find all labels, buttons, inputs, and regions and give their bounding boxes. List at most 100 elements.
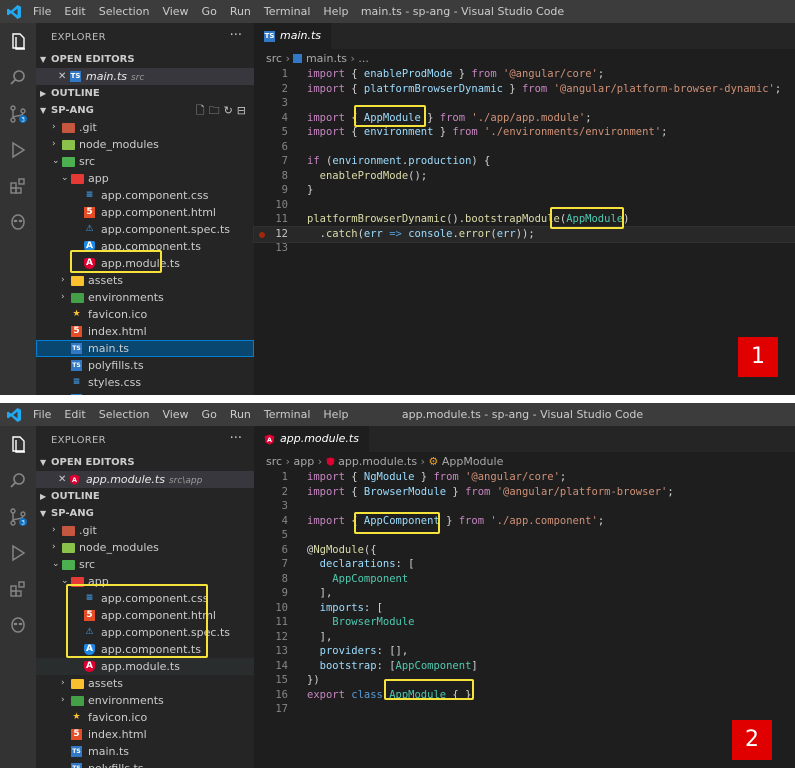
more-actions-icon[interactable]: ··· (230, 28, 242, 43)
breadcrumb-item[interactable]: app (293, 455, 314, 468)
chevron-down-icon: ▼ (40, 458, 47, 467)
outline-section[interactable]: ▶ OUTLINE (36, 85, 254, 102)
project-section[interactable]: ▼ SP-ANG (36, 505, 254, 522)
tree-item[interactable]: 5 index.html (36, 726, 254, 743)
ts-icon: TS (71, 746, 82, 757)
breadcrumb-item[interactable]: ... (358, 52, 369, 65)
tree-item[interactable]: › node_modules (36, 539, 254, 556)
code-line: 15}) (254, 673, 795, 688)
spec-icon: ⚠ (85, 224, 94, 234)
tree-item-label: node_modules (79, 138, 159, 151)
breadcrumb-item[interactable]: AppModule (442, 455, 504, 468)
tree-item[interactable]: ≡ app.component.css (36, 187, 254, 204)
tree-item[interactable]: › assets (36, 675, 254, 692)
highlight-box (354, 105, 426, 127)
run-debug-icon[interactable] (8, 140, 28, 160)
line-number: 14 (275, 659, 288, 672)
explorer-icon[interactable] (8, 32, 28, 52)
src-folder-icon (62, 560, 75, 570)
collapse-all-icon[interactable]: ⊟ (237, 102, 246, 119)
tree-item-label: styles.css (88, 376, 142, 389)
line-number: 13 (275, 645, 288, 657)
activity-bar: 3 (0, 23, 36, 395)
more-actions-icon[interactable]: ··· (230, 431, 242, 446)
tree-item[interactable]: TS test.ts (36, 391, 254, 395)
tab-main-ts[interactable]: TS main.ts (254, 23, 332, 49)
explorer-icon[interactable] (8, 435, 28, 455)
outline-section[interactable]: ▶ OUTLINE (36, 488, 254, 505)
tree-item[interactable]: › .git (36, 119, 254, 136)
tree-item[interactable]: › environments (36, 692, 254, 709)
chevron-right-icon: › (61, 275, 65, 285)
code-line: 12 .catch(err => console.error(err)); (253, 225, 795, 243)
tree-item[interactable]: › .git (36, 522, 254, 539)
tree-item[interactable]: TS polyfills.ts (36, 760, 254, 768)
tree-item[interactable]: 5 index.html (36, 323, 254, 340)
code-text: providers: [], (319, 645, 409, 657)
tree-item[interactable]: ⌄ app (36, 170, 254, 187)
code-text: imports: [ (319, 601, 383, 614)
new-file-icon[interactable]: 🗋 (196, 102, 205, 119)
chevron-right-icon: › (61, 695, 65, 705)
class-symbol-icon: ⚙ (428, 455, 439, 468)
line-number: 12 (275, 227, 288, 240)
run-debug-icon[interactable] (8, 543, 28, 563)
alien-extension-icon[interactable] (8, 615, 28, 635)
breadcrumb-item[interactable]: main.ts (306, 52, 347, 65)
tree-item[interactable]: › node_modules (36, 136, 254, 153)
code-line: 2 import { BrowserModule } from '@angular… (254, 485, 795, 500)
tree-item[interactable]: › environments (36, 289, 254, 306)
search-icon[interactable] (8, 68, 28, 88)
breadcrumb: src › app › app.module.ts › ⚙ AppModule (266, 455, 504, 468)
step-badge: 2 (732, 720, 772, 760)
extensions-icon[interactable] (8, 579, 28, 599)
tree-item-label: .git (79, 121, 97, 134)
tree-item-label: test.ts (88, 391, 123, 395)
close-icon[interactable]: ✕ (58, 68, 66, 85)
code-line: 10 imports: [ (254, 601, 795, 616)
tree-item-label: polyfills.ts (88, 359, 144, 372)
breadcrumb-item[interactable]: src (266, 455, 282, 468)
typescript-file-icon (293, 54, 303, 63)
explorer-actions: 🗋 🗀 ↻ ⊟ (192, 102, 246, 119)
tree-item[interactable]: TS polyfills.ts (36, 357, 254, 374)
source-control-icon[interactable]: 3 (8, 104, 28, 124)
tree-item[interactable]: › assets (36, 272, 254, 289)
search-icon[interactable] (8, 471, 28, 491)
open-editors-section[interactable]: ▼ OPEN EDITORS (36, 454, 254, 471)
tree-item[interactable]: ★ favicon.ico (36, 709, 254, 726)
env-folder-icon (71, 293, 84, 303)
tree-item-label: app (88, 172, 109, 185)
source-control-icon[interactable]: 3 (8, 507, 28, 527)
code-line: 4 import { AppModule } from './app/app.mo… (254, 111, 795, 126)
open-editor-item[interactable]: ✕ TS main.ts src (36, 68, 254, 85)
tree-item[interactable]: ≡ styles.css (36, 374, 254, 391)
tree-item[interactable]: Aapp.module.ts (36, 658, 254, 675)
chevron-down-icon: ⌄ (61, 173, 69, 183)
tree-item[interactable]: ⌄ src (36, 153, 254, 170)
tab-app-module-ts[interactable]: A app.module.ts (254, 426, 369, 452)
open-editor-item[interactable]: ✕ A app.module.ts src\app (36, 471, 254, 488)
breadcrumb-item[interactable]: app.module.ts (338, 455, 417, 468)
tree-item-label: favicon.ico (88, 308, 148, 321)
new-folder-icon[interactable]: 🗀 (209, 102, 220, 119)
breadcrumb-item[interactable]: src (266, 52, 282, 65)
refresh-icon[interactable]: ↻ (224, 102, 233, 119)
tree-item[interactable]: ⚠ app.component.spec.ts (36, 221, 254, 238)
tree-item[interactable]: 5 app.component.html (36, 204, 254, 221)
line-number: 2 (281, 485, 288, 498)
open-editors-section[interactable]: ▼ OPEN EDITORS (36, 51, 254, 68)
alien-extension-icon[interactable] (8, 212, 28, 232)
tree-item[interactable]: ⌄ src (36, 556, 254, 573)
star-icon: ★ (72, 712, 81, 722)
tree-item[interactable]: ★ favicon.ico (36, 306, 254, 323)
tree-item-label: app.component.css (101, 189, 209, 202)
close-icon[interactable]: ✕ (58, 471, 66, 488)
activity-bar: 3 (0, 426, 36, 768)
tree-item[interactable]: TS main.ts (36, 743, 254, 760)
line-number: 1 (281, 68, 288, 80)
extensions-icon[interactable] (8, 176, 28, 196)
project-section[interactable]: ▼ SP-ANG 🗋 🗀 ↻ ⊟ (36, 102, 254, 119)
svg-text:3: 3 (21, 520, 25, 527)
tree-item[interactable]: TS main.ts (36, 340, 254, 357)
